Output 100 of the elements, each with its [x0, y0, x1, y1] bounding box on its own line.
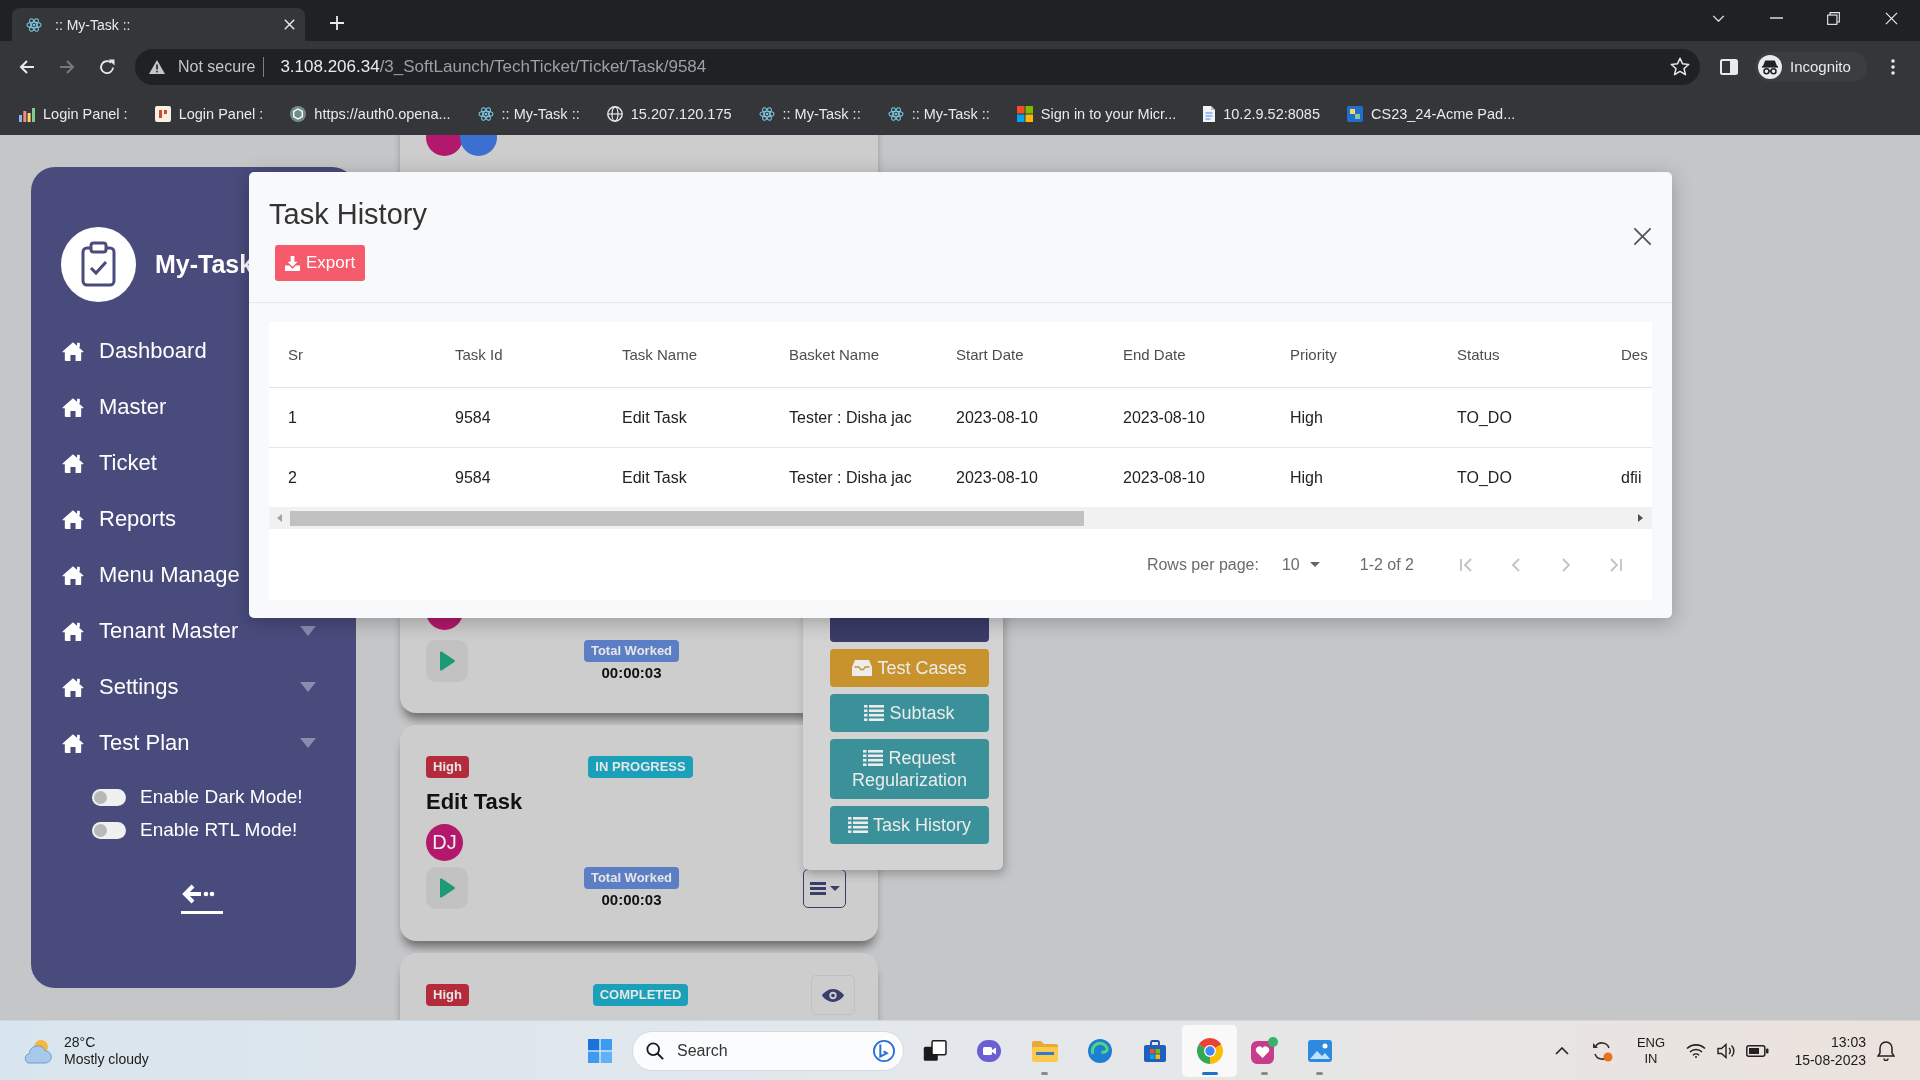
nav-item[interactable]: Settings: [61, 659, 316, 715]
table-cell-text: 2023-08-10: [1122, 407, 1206, 428]
play-icon: [439, 651, 455, 671]
four-squares-icon: [1016, 105, 1033, 122]
table-cell-text: 2: [287, 467, 298, 488]
battery-icon[interactable]: [1745, 1043, 1769, 1058]
round-logo-icon[interactable]: [873, 1039, 895, 1062]
browser-tab[interactable]: :: My-Task ::: [12, 8, 305, 41]
region-code[interactable]: IN: [1644, 1050, 1658, 1067]
priority-badge: High: [426, 756, 469, 778]
bookmark[interactable]: 15.207.120.175: [606, 105, 732, 122]
tray-icon: [852, 660, 873, 676]
weather-condition: Mostly cloudy: [64, 1050, 149, 1068]
app-tile-icon: [1251, 1037, 1278, 1064]
caret-down-icon: [1309, 562, 1320, 567]
table-cell-text: Tester : Disha jac: [788, 467, 913, 488]
bell-icon[interactable]: [1877, 1040, 1895, 1061]
modal-title: Task History: [269, 197, 427, 232]
total-worked-badge: Total Worked: [583, 640, 680, 662]
globe-icon: [606, 105, 623, 122]
clock-date[interactable]: 15-08-2023: [1794, 1050, 1866, 1069]
home-icon: [62, 565, 84, 585]
rows-per-page-label: Rows per page:: [1146, 555, 1259, 574]
close-icon[interactable]: [1633, 227, 1652, 246]
list-icon: [863, 750, 884, 766]
url-text: 3.108.206.34/3_SoftLaunch/TechTicket/Ticket/Task/9584: [280, 56, 707, 77]
column-header: Start Date: [955, 345, 1025, 365]
brand-name: My-Task: [155, 250, 254, 279]
column-header: Sr: [287, 345, 304, 365]
bookmark[interactable]: :: My-Task ::: [758, 105, 861, 122]
list-icon: [864, 705, 885, 721]
chevron-down-icon[interactable]: [1712, 14, 1726, 22]
task-title: Edit Task: [426, 788, 523, 816]
worked-time: 00:00:03: [601, 664, 662, 682]
table-cell-text: High: [1289, 407, 1324, 428]
home-icon: [62, 397, 84, 417]
star-icon[interactable]: [1670, 57, 1690, 76]
column-header: End Date: [1122, 345, 1187, 365]
scrollbar-track[interactable]: [269, 507, 1652, 529]
wifi-icon[interactable]: [1686, 1043, 1706, 1058]
more-icon[interactable]: [1891, 58, 1895, 75]
table-cell-text: TO_DO: [1456, 467, 1513, 488]
column-header: Task Id: [454, 345, 504, 365]
address-bar[interactable]: Not secure 3.108.206.34/3_SoftLaunch/TechTicket/Ticket/Task/9584: [135, 48, 1700, 85]
plus-icon[interactable]: [330, 15, 344, 30]
bookmark[interactable]: Login Panel :: [154, 105, 264, 122]
scroll-right-icon[interactable]: [1638, 514, 1643, 522]
restore-icon[interactable]: [1827, 11, 1841, 25]
minimize-icon[interactable]: [1769, 17, 1783, 19]
total-worked-badge: Total Worked: [583, 867, 680, 889]
scrollbar-thumb[interactable]: [290, 510, 1084, 526]
caret-down-icon: [829, 885, 840, 891]
sync-icon[interactable]: [1591, 1039, 1613, 1062]
home-icon: [62, 453, 84, 473]
toggle-switch[interactable]: [92, 788, 126, 806]
eye-icon: [822, 988, 844, 1002]
bookmark[interactable]: Login Panel :: [19, 105, 128, 122]
back-arrow-icon[interactable]: [19, 58, 35, 75]
security-label: Not secure: [178, 57, 256, 76]
profile-button[interactable]: Incognito: [1755, 51, 1867, 82]
document-icon: [1203, 105, 1216, 122]
bookmark[interactable]: :: My-Task ::: [477, 105, 580, 122]
language-code[interactable]: ENG: [1636, 1034, 1666, 1051]
logo-icon: [154, 105, 171, 122]
speaker-icon[interactable]: [1717, 1042, 1737, 1059]
bookmark[interactable]: 10.2.9.52:8085: [1203, 105, 1320, 122]
warning-icon: [149, 59, 165, 74]
column-header: Des: [1620, 345, 1649, 365]
bookmark[interactable]: CS23_24-Acme Pad...: [1347, 105, 1516, 122]
toggle-switch[interactable]: [92, 821, 126, 839]
chevron-up-icon[interactable]: [1555, 1046, 1569, 1055]
reload-icon[interactable]: [99, 58, 115, 75]
nav-item[interactable]: Tenant Master: [61, 603, 316, 659]
nav-item[interactable]: Reports: [61, 491, 316, 547]
table-cell-text: 1: [287, 407, 298, 428]
table-cell-text: 9584: [454, 467, 492, 488]
hamburger-icon: [809, 881, 826, 895]
table-cell-text: TO_DO: [1456, 407, 1513, 428]
rows-per-page-select[interactable]: 10: [1281, 555, 1320, 574]
search-field[interactable]: Search: [632, 1030, 904, 1071]
atom-icon: [26, 16, 42, 33]
shopping-bag-icon: [1142, 1038, 1167, 1063]
search-icon: [646, 1041, 664, 1060]
bookmark[interactable]: :: My-Task ::: [887, 105, 990, 122]
nav-item[interactable]: Menu Manage: [61, 547, 316, 603]
toggle-label: Enable Dark Mode!: [140, 786, 303, 808]
start-icon[interactable]: [588, 1038, 612, 1063]
table-cell-text: Edit Task: [621, 467, 688, 488]
toggle-label: Enable RTL Mode!: [140, 819, 298, 841]
collapse-arrow-icon[interactable]: [181, 883, 223, 915]
bookmark[interactable]: https://auth0.opena...: [290, 105, 451, 122]
clock-time[interactable]: 13:03: [1830, 1032, 1866, 1051]
avatar: DJ: [426, 824, 463, 861]
bookmark[interactable]: Sign in to your Micr...: [1016, 105, 1177, 122]
home-icon: [62, 341, 84, 361]
column-header: Status: [1456, 345, 1501, 365]
table-cell-text: 2023-08-10: [955, 407, 1039, 428]
side-panel-icon[interactable]: [1720, 58, 1738, 75]
nav-item[interactable]: Test Plan: [61, 715, 316, 771]
view-button[interactable]: [811, 975, 855, 1015]
